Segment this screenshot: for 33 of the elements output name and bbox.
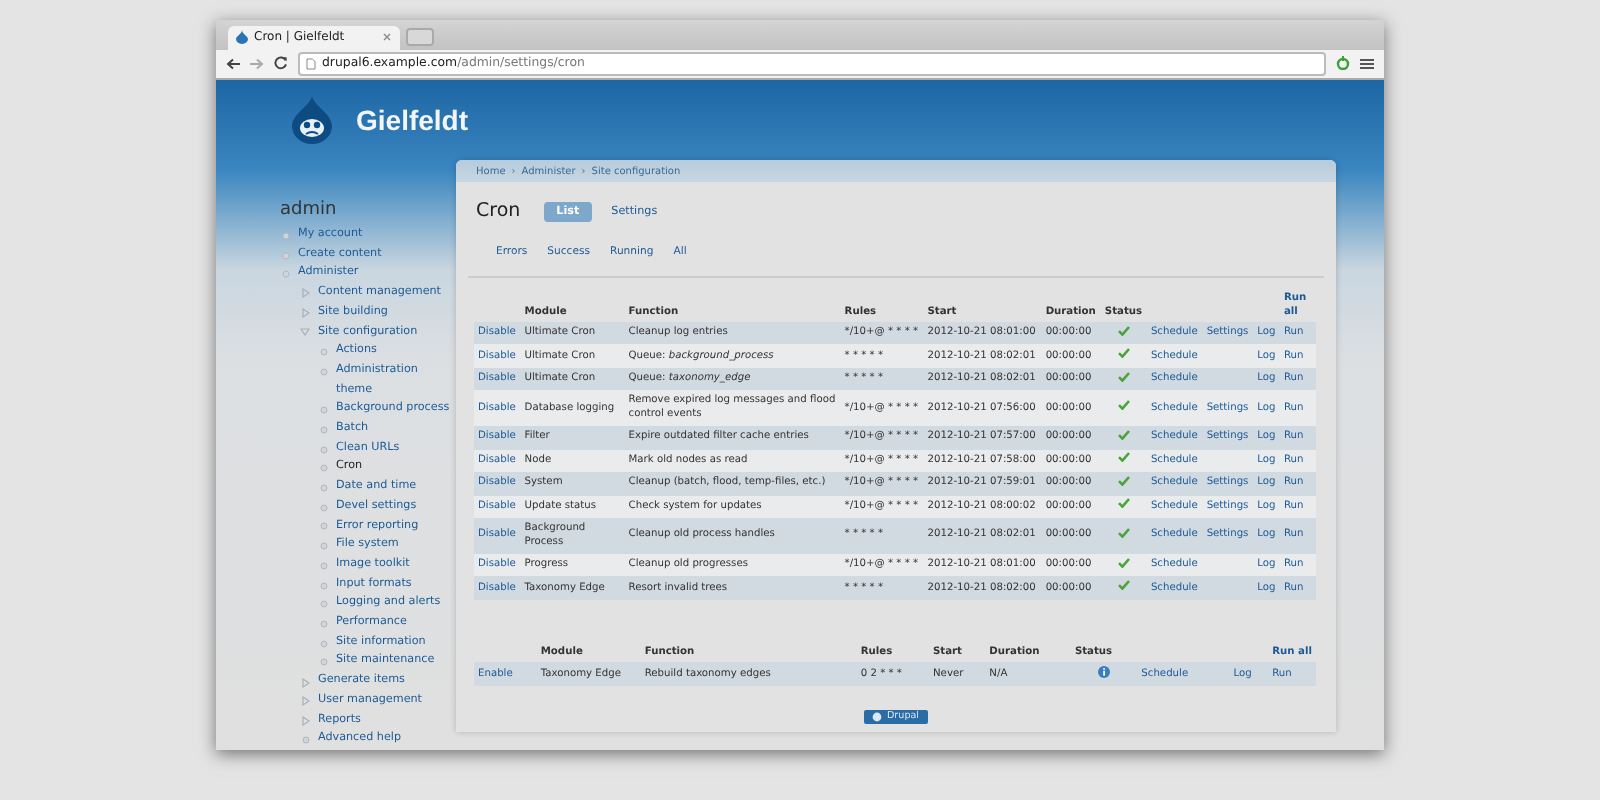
- page-icon: [306, 57, 316, 70]
- site-name[interactable]: Gielfeldt: [356, 104, 469, 136]
- bullet-icon: [319, 658, 327, 667]
- bullet-icon: [319, 483, 327, 492]
- extension-icon[interactable]: [1336, 56, 1350, 71]
- bullet-icon: [319, 425, 327, 434]
- bullet-icon: [319, 639, 327, 648]
- sidebar-title: admin: [280, 200, 339, 220]
- check-icon: [1117, 400, 1130, 411]
- back-icon[interactable]: [226, 57, 240, 70]
- expanded-triangle-icon: [300, 328, 310, 337]
- bullet-icon: [319, 561, 327, 570]
- close-icon[interactable]: [382, 32, 392, 42]
- bullet-icon: [319, 367, 327, 376]
- info-icon: [1098, 665, 1111, 678]
- bullet-icon: [301, 736, 309, 745]
- check-icon: [1117, 527, 1130, 538]
- bullet-icon: [319, 600, 327, 609]
- bullet-icon: [319, 581, 327, 589]
- bullet-icon: [319, 406, 327, 415]
- drop-logo-icon: [292, 96, 332, 144]
- reload-icon[interactable]: [274, 56, 288, 71]
- forward-icon[interactable]: [250, 57, 264, 70]
- bullet-icon: [319, 542, 327, 551]
- new-tab-button[interactable]: [406, 27, 434, 45]
- bullet-icon: [319, 464, 327, 473]
- bullet-icon: [281, 231, 289, 240]
- bullet-icon: [319, 522, 327, 531]
- bullet-icon: [319, 619, 327, 628]
- menu-icon[interactable]: [1360, 57, 1374, 70]
- page-title: Cron: [476, 200, 521, 222]
- bullet-icon: [319, 445, 327, 454]
- bullet-icon: [319, 503, 327, 512]
